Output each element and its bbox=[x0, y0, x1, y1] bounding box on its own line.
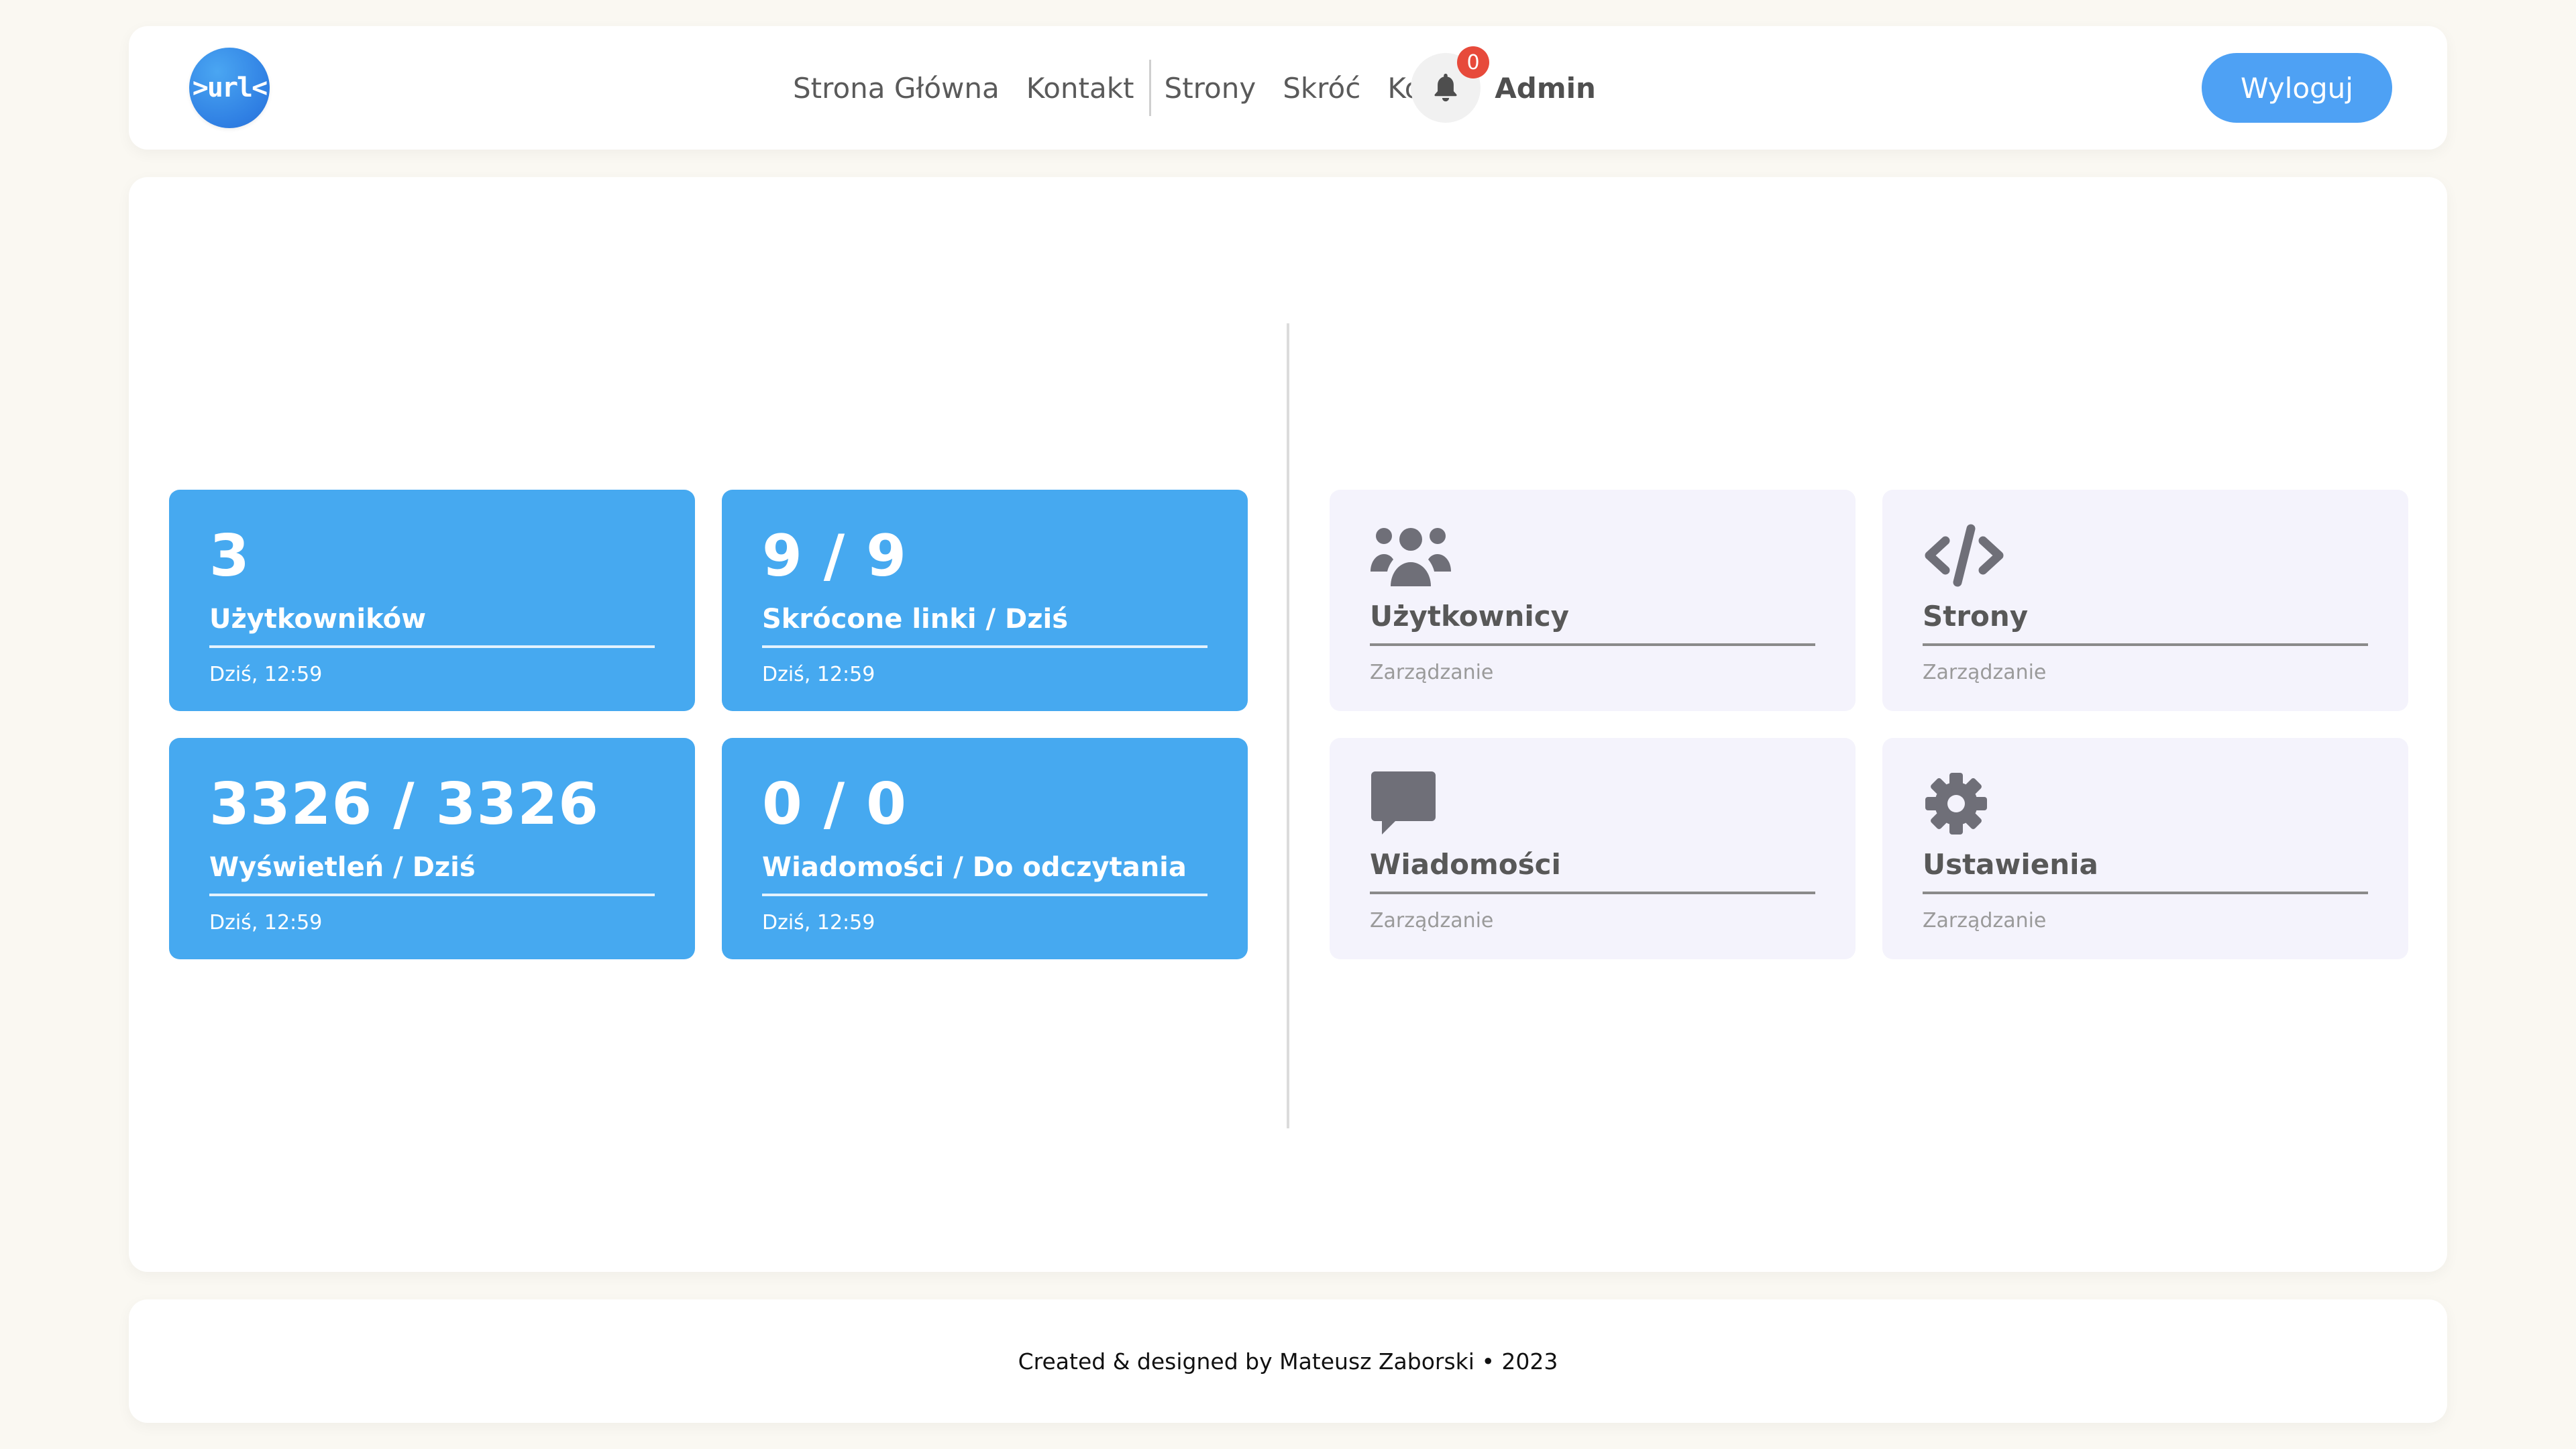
manage-messages-subtitle: Zarządzanie bbox=[1370, 909, 1494, 932]
manage-users-card[interactable]: Użytkownicy Zarządzanie bbox=[1330, 490, 1856, 711]
stat-card-users: 3 Użytkowników Dziś, 12:59 bbox=[169, 490, 695, 711]
stat-value: 9 / 9 bbox=[762, 523, 907, 590]
manage-pages-title: Strony bbox=[1923, 600, 2029, 633]
nav-link-pages[interactable]: Strony bbox=[1165, 72, 1256, 105]
admin-dashboard: 3 Użytkowników Dziś, 12:59 9 / 9 Skrócon… bbox=[129, 177, 2447, 1272]
nav-separator bbox=[1148, 60, 1151, 116]
footer-credits: Created & designed by Mateusz Zaborski •… bbox=[1018, 1348, 1558, 1375]
manage-users-title: Użytkownicy bbox=[1370, 600, 1570, 633]
stat-value: 3 bbox=[209, 523, 250, 590]
tile-underline bbox=[1923, 643, 2368, 646]
manage-users-subtitle: Zarządzanie bbox=[1370, 661, 1494, 684]
stat-label: Użytkowników bbox=[209, 604, 427, 635]
stat-card-views: 3326 / 3326 Wyświetleń / Dziś Dziś, 12:5… bbox=[169, 738, 695, 959]
stat-timestamp: Dziś, 12:59 bbox=[209, 663, 323, 686]
top-navbar: >url< Strona Główna Kontakt Strony Skróć… bbox=[129, 26, 2447, 150]
manage-pages-subtitle: Zarządzanie bbox=[1923, 661, 2047, 684]
stat-label: Wiadomości / Do odczytania bbox=[762, 852, 1187, 883]
manage-settings-card[interactable]: Ustawienia Zarządzanie bbox=[1882, 738, 2408, 959]
nav-link-admin[interactable]: Admin bbox=[1495, 72, 1596, 105]
bell-icon bbox=[1434, 73, 1457, 102]
stat-card-messages: 0 / 0 Wiadomości / Do odczytania Dziś, 1… bbox=[722, 738, 1248, 959]
tile-underline bbox=[1923, 892, 2368, 894]
manage-messages-card[interactable]: Wiadomości Zarządzanie bbox=[1330, 738, 1856, 959]
nav-link-home[interactable]: Strona Główna bbox=[793, 72, 1000, 105]
stat-value: 0 / 0 bbox=[762, 771, 907, 838]
logout-button[interactable]: Wyloguj bbox=[2202, 53, 2392, 123]
manage-settings-title: Ustawienia bbox=[1923, 848, 2098, 881]
gear-icon bbox=[1925, 773, 1987, 835]
stat-value: 3326 / 3326 bbox=[209, 771, 600, 838]
manage-settings-subtitle: Zarządzanie bbox=[1923, 909, 2047, 932]
manage-pages-card[interactable]: Strony Zarządzanie bbox=[1882, 490, 2408, 711]
stat-timestamp: Dziś, 12:59 bbox=[209, 911, 323, 934]
stat-label: Wyświetleń / Dziś bbox=[209, 852, 476, 883]
stat-timestamp: Dziś, 12:59 bbox=[762, 911, 875, 934]
users-icon bbox=[1371, 528, 1451, 586]
nav-link-contact[interactable]: Kontakt bbox=[1026, 72, 1134, 105]
message-icon bbox=[1371, 771, 1436, 835]
tile-underline bbox=[1370, 892, 1815, 894]
notification-badge: 0 bbox=[1457, 46, 1489, 78]
stat-underline bbox=[762, 894, 1208, 896]
logo-text: >url< bbox=[192, 72, 268, 103]
page-footer: Created & designed by Mateusz Zaborski •… bbox=[129, 1299, 2447, 1423]
manage-messages-title: Wiadomości bbox=[1370, 848, 1561, 881]
nav-link-shorten[interactable]: Skróć bbox=[1283, 72, 1360, 105]
stat-underline bbox=[762, 645, 1208, 648]
notifications-button[interactable]: 0 bbox=[1411, 46, 1489, 123]
section-divider bbox=[1287, 323, 1289, 1128]
stat-underline bbox=[209, 645, 655, 648]
code-icon bbox=[1925, 524, 2004, 587]
tile-underline bbox=[1370, 643, 1815, 646]
stat-underline bbox=[209, 894, 655, 896]
url-logo[interactable]: >url< bbox=[189, 48, 270, 128]
stat-timestamp: Dziś, 12:59 bbox=[762, 663, 875, 686]
stat-label: Skrócone linki / Dziś bbox=[762, 604, 1069, 635]
stat-card-links: 9 / 9 Skrócone linki / Dziś Dziś, 12:59 bbox=[722, 490, 1248, 711]
